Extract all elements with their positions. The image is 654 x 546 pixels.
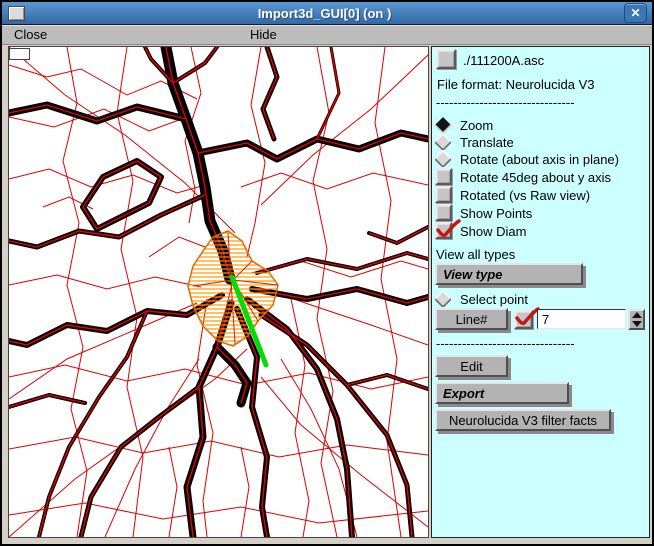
- separator: --------------------------------: [436, 99, 596, 107]
- window-menu-button[interactable]: [8, 6, 25, 21]
- menu-bar: Close Hide: [2, 24, 652, 45]
- view-all-types-label: View all types: [436, 247, 515, 262]
- checkbox-rotate-45deg[interactable]: [435, 168, 452, 185]
- edit-button[interactable]: Edit: [435, 355, 508, 377]
- up-down-arrows-icon: [631, 312, 643, 327]
- file-format-label: File format: Neurolucida V3: [437, 77, 595, 92]
- neuron-morphology-drawing: [9, 47, 428, 537]
- file-name-label: ./111200A.asc: [463, 53, 544, 68]
- radio-diamond-selected-icon: [435, 117, 451, 133]
- title-bar: Import3d_GUI[0] (on ) ✕: [2, 2, 652, 24]
- red-checkmark-icon: [435, 217, 461, 239]
- filter-facts-button[interactable]: Neurolucida V3 filter facts: [435, 409, 611, 431]
- radio-rotate[interactable]: Rotate (about axis in plane): [435, 151, 619, 167]
- line-number-input[interactable]: [537, 309, 626, 329]
- graph-canvas[interactable]: [8, 46, 429, 538]
- checkbox-show-diam-label: Show Diam: [460, 224, 526, 239]
- soma-outline: [188, 231, 278, 346]
- control-panel: ./111200A.asc File format: Neurolucida V…: [431, 46, 650, 538]
- radio-zoom[interactable]: Zoom: [435, 117, 493, 133]
- line-number-stepper[interactable]: [628, 309, 645, 330]
- checkbox-show-diam[interactable]: [435, 222, 452, 239]
- radio-diamond-icon: [435, 291, 451, 307]
- radio-zoom-label: Zoom: [460, 118, 493, 133]
- checkbox-rotate-45deg-label: Rotate 45deg about y axis: [460, 170, 611, 185]
- radio-translate[interactable]: Translate: [435, 134, 514, 150]
- file-checkbox[interactable]: [436, 49, 456, 69]
- radio-rotate-label: Rotate (about axis in plane): [460, 152, 619, 167]
- checkbox-rotated-vs-raw-label: Rotated (vs Raw view): [460, 188, 590, 203]
- checkbox-rotated-vs-raw[interactable]: [435, 186, 452, 203]
- radio-translate-label: Translate: [460, 135, 514, 150]
- close-window-button[interactable]: ✕: [624, 3, 647, 23]
- line-number-button[interactable]: Line#: [435, 308, 508, 330]
- menu-item-close[interactable]: Close: [10, 27, 51, 42]
- separator: --------------------------------: [436, 340, 596, 348]
- radio-diamond-icon: [435, 134, 451, 150]
- import3d-gui-window: Import3d_GUI[0] (on ) ✕ Close Hide: [0, 0, 654, 546]
- checkbox-show-points-label: Show Points: [460, 206, 532, 221]
- line-number-checkbox[interactable]: [514, 310, 533, 329]
- radio-diamond-icon: [435, 151, 451, 167]
- export-button[interactable]: Export: [435, 382, 569, 404]
- view-type-button[interactable]: View type: [435, 263, 583, 285]
- menu-item-hide[interactable]: Hide: [246, 27, 281, 42]
- graph-menu-box: [10, 49, 30, 60]
- window-title: Import3d_GUI[0] (on ): [25, 6, 624, 21]
